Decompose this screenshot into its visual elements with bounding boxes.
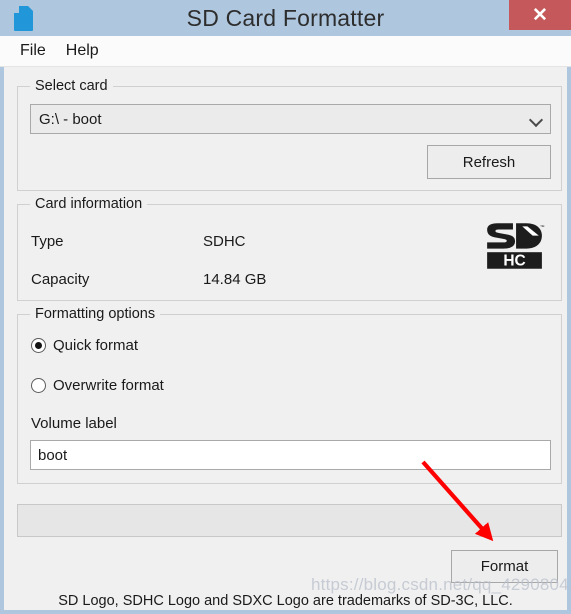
formatting-options-group: Formatting options Quick format Overwrit… (17, 306, 562, 484)
radio-quick-format[interactable]: Quick format (31, 337, 138, 354)
trademark-footer: SD Logo, SDHC Logo and SDXC Logo are tra… (58, 593, 513, 609)
chevron-down-icon (522, 114, 550, 125)
card-information-group-title: Card information (30, 196, 148, 212)
card-information-group: Card information Type SDHC Capacity 14.8… (17, 196, 562, 301)
radio-overwrite-format-indicator (31, 378, 46, 393)
format-button[interactable]: Format (451, 550, 558, 583)
menu-bar: File Help (0, 36, 571, 67)
sd-card-icon (14, 5, 34, 31)
select-card-group: Select card G:\ - boot Refresh (17, 78, 562, 191)
radio-quick-format-indicator (31, 338, 46, 353)
card-capacity-label: Capacity (31, 271, 90, 288)
close-icon[interactable]: ✕ (509, 0, 571, 30)
svg-text:™: ™ (540, 224, 545, 229)
title-bar: SD Card Formatter ✕ (0, 0, 571, 36)
sd-card-formatter-window: SD Card Formatter ✕ File Help Select car… (0, 0, 571, 614)
menu-item-file[interactable]: File (10, 40, 56, 62)
progress-bar (17, 504, 562, 537)
radio-quick-format-label: Quick format (53, 337, 139, 354)
card-capacity-value: 14.84 GB (203, 271, 267, 288)
volume-label-input[interactable] (30, 440, 551, 470)
sdhc-logo: ™ HC (487, 223, 545, 270)
card-type-value: SDHC (203, 233, 246, 250)
card-type-label: Type (31, 233, 64, 250)
svg-text:HC: HC (503, 253, 525, 270)
card-select-value: G:\ - boot (39, 110, 102, 128)
radio-overwrite-format[interactable]: Overwrite format (31, 377, 164, 394)
window-title: SD Card Formatter (186, 5, 385, 31)
formatting-options-group-title: Formatting options (30, 306, 161, 322)
select-card-group-title: Select card (30, 78, 113, 94)
volume-label-caption: Volume label (31, 415, 117, 432)
client-area: Select card G:\ - boot Refresh Card info… (4, 67, 567, 610)
refresh-button[interactable]: Refresh (427, 145, 551, 179)
radio-overwrite-format-label: Overwrite format (53, 377, 164, 394)
menu-item-help[interactable]: Help (56, 40, 109, 62)
card-select-dropdown[interactable]: G:\ - boot (30, 104, 551, 134)
